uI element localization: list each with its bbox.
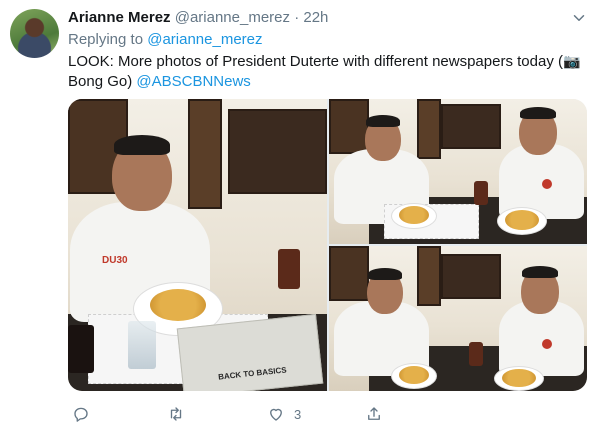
- photo-2[interactable]: [329, 99, 587, 244]
- hair: [114, 135, 170, 155]
- water-glass: [128, 321, 156, 369]
- photo-3[interactable]: [329, 246, 587, 391]
- timestamp[interactable]: 22h: [303, 9, 328, 26]
- tweet-text-credit: Bong Go): [68, 73, 137, 90]
- wood-cabinet: [329, 99, 369, 154]
- tweet-actions: 3: [68, 403, 588, 425]
- hair-right: [522, 266, 558, 278]
- replying-to: Replying to @arianne_merez: [68, 30, 263, 49]
- display-name[interactable]: Arianne Merez: [68, 9, 171, 26]
- dark-drink: [68, 325, 94, 373]
- wood-panel: [188, 99, 222, 209]
- share-button[interactable]: [365, 403, 383, 425]
- like-count: 3: [294, 406, 302, 422]
- pasta-right: [502, 369, 536, 387]
- chevron-down-icon[interactable]: [570, 9, 588, 27]
- mention-link[interactable]: @ABSCBNNews: [136, 73, 250, 90]
- media-grid: DU30 BACK TO BASICS: [68, 99, 587, 391]
- juice-glass: [278, 249, 300, 289]
- hair-left: [366, 115, 400, 127]
- tweet-text-main: LOOK: More photos of President Duterte w…: [68, 53, 563, 70]
- wood-panel: [417, 246, 441, 306]
- pasta-left: [399, 366, 429, 384]
- like-button[interactable]: 3: [267, 403, 301, 425]
- juice-glass: [469, 342, 483, 366]
- handle[interactable]: @arianne_merez: [175, 9, 290, 26]
- tweet[interactable]: Arianne Merez @arianne_merez · 22h Reply…: [0, 0, 610, 433]
- newspaper: [176, 313, 324, 391]
- hair-left: [368, 268, 402, 280]
- like-icon: [270, 408, 282, 421]
- pasta-right: [505, 210, 539, 230]
- separator-dot: ·: [294, 9, 300, 26]
- reply-button[interactable]: [72, 403, 90, 425]
- tweet-text: LOOK: More photos of President Duterte w…: [68, 51, 588, 92]
- share-icon: [368, 407, 380, 420]
- replying-to-label: Replying to: [68, 31, 144, 48]
- dark-cabinet: [441, 254, 501, 299]
- retweet-icon: [170, 407, 182, 421]
- juice-glass: [474, 181, 488, 205]
- wood-cabinet: [329, 246, 369, 301]
- wood-panel: [417, 99, 441, 159]
- pasta: [150, 289, 206, 321]
- shirt-badge: [542, 179, 552, 189]
- shirt-badge: [542, 339, 552, 349]
- replying-to-link[interactable]: @arianne_merez: [147, 31, 262, 48]
- dark-cabinet: [228, 109, 327, 194]
- reply-icon: [74, 407, 88, 422]
- hair-right: [520, 107, 556, 119]
- shirt-text: DU30: [102, 255, 128, 266]
- retweet-button[interactable]: [167, 403, 185, 425]
- tweet-header: Arianne Merez @arianne_merez · 22h: [68, 9, 328, 27]
- dark-cabinet: [441, 104, 501, 149]
- photo-1[interactable]: DU30 BACK TO BASICS: [68, 99, 327, 391]
- pasta-left: [399, 206, 429, 224]
- camera-icon: 📷: [562, 53, 581, 69]
- avatar[interactable]: [10, 9, 59, 58]
